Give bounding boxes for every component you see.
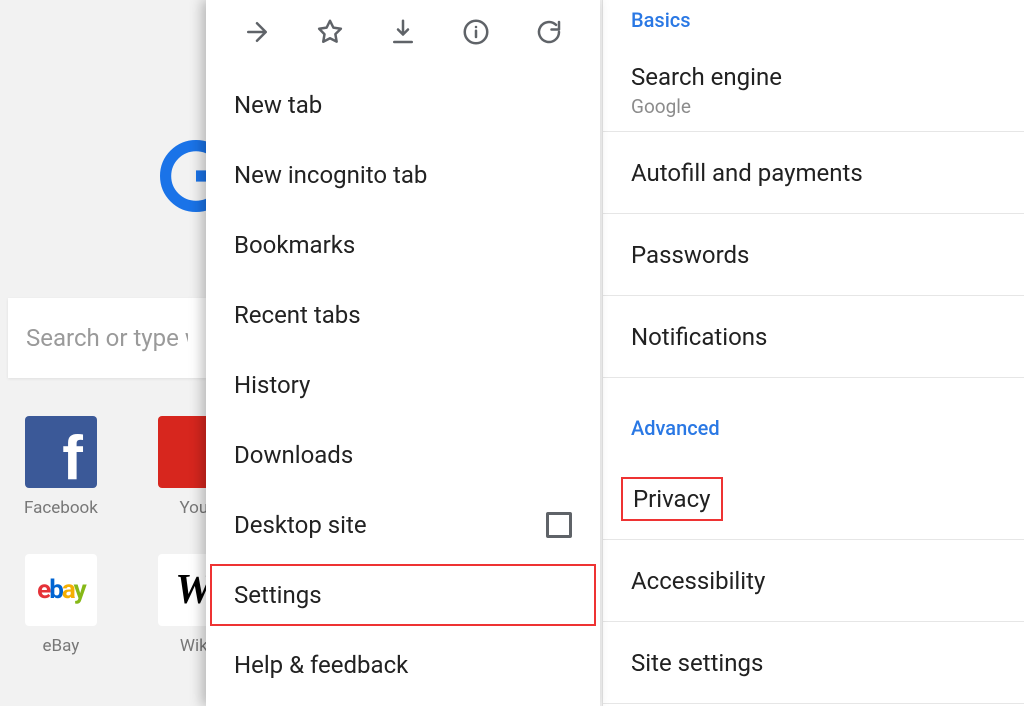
menu-item-label: Settings bbox=[234, 581, 322, 609]
section-header-advanced: Advanced bbox=[603, 408, 1024, 458]
menu-item-label: Help & feedback bbox=[234, 651, 408, 679]
search-placeholder: Search or type web address bbox=[26, 324, 188, 352]
setting-title: Passwords bbox=[631, 241, 996, 269]
setting-search-engine[interactable]: Search engine Google bbox=[603, 50, 1024, 132]
menu-item-desktop-site[interactable]: Desktop site bbox=[206, 490, 600, 560]
setting-privacy[interactable]: Privacy bbox=[603, 458, 1024, 540]
tile-ebay[interactable]: ebay eBay bbox=[25, 554, 97, 656]
settings-panel: Basics Search engine Google Autofill and… bbox=[602, 0, 1024, 706]
forward-icon[interactable] bbox=[241, 16, 273, 48]
tile-label: You bbox=[179, 498, 208, 518]
setting-title-text: Privacy bbox=[621, 477, 723, 521]
setting-notifications[interactable]: Notifications bbox=[603, 296, 1024, 378]
setting-accessibility[interactable]: Accessibility bbox=[603, 540, 1024, 622]
menu-item-bookmarks[interactable]: Bookmarks bbox=[206, 210, 600, 280]
tile-label: Wik bbox=[180, 636, 208, 656]
tile-facebook[interactable]: Facebook bbox=[24, 416, 98, 518]
star-icon[interactable] bbox=[314, 16, 346, 48]
setting-subtitle: Google bbox=[631, 95, 996, 118]
menu-item-downloads[interactable]: Downloads bbox=[206, 420, 600, 490]
setting-title: Autofill and payments bbox=[631, 159, 996, 187]
menu-item-label: Recent tabs bbox=[234, 301, 361, 329]
menu-item-label: Bookmarks bbox=[234, 231, 355, 259]
facebook-icon bbox=[25, 416, 97, 488]
setting-title: Site settings bbox=[631, 649, 996, 677]
menu-item-history[interactable]: History bbox=[206, 350, 600, 420]
setting-site-settings[interactable]: Site settings bbox=[603, 622, 1024, 704]
menu-item-label: New tab bbox=[234, 91, 322, 119]
setting-title: Search engine bbox=[631, 63, 996, 91]
menu-item-help-feedback[interactable]: Help & feedback bbox=[206, 630, 600, 700]
setting-title: Notifications bbox=[631, 323, 996, 351]
tile-label: eBay bbox=[43, 636, 80, 656]
menu-item-new-incognito[interactable]: New incognito tab bbox=[206, 140, 600, 210]
menu-item-new-tab[interactable]: New tab bbox=[206, 70, 600, 140]
section-header-basics: Basics bbox=[603, 0, 1024, 50]
desktop-site-checkbox[interactable] bbox=[546, 512, 572, 538]
overflow-menu: New tab New incognito tab Bookmarks Rece… bbox=[206, 0, 600, 706]
menu-item-label: History bbox=[234, 371, 310, 399]
info-icon[interactable] bbox=[460, 16, 492, 48]
menu-item-label: New incognito tab bbox=[234, 161, 427, 189]
setting-autofill[interactable]: Autofill and payments bbox=[603, 132, 1024, 214]
setting-title: Accessibility bbox=[631, 567, 996, 595]
menu-list: New tab New incognito tab Bookmarks Rece… bbox=[206, 64, 600, 706]
menu-item-label: Desktop site bbox=[234, 511, 367, 539]
menu-item-label: Downloads bbox=[234, 441, 353, 469]
tile-label: Facebook bbox=[24, 498, 98, 518]
ebay-icon: ebay bbox=[25, 554, 97, 626]
download-icon[interactable] bbox=[387, 16, 419, 48]
menu-item-settings[interactable]: Settings bbox=[206, 560, 600, 630]
setting-passwords[interactable]: Passwords bbox=[603, 214, 1024, 296]
reload-icon[interactable] bbox=[533, 16, 565, 48]
menu-item-recent-tabs[interactable]: Recent tabs bbox=[206, 280, 600, 350]
menu-toolbar bbox=[206, 0, 600, 64]
search-input[interactable]: Search or type web address bbox=[8, 298, 206, 378]
setting-title: Privacy bbox=[631, 483, 996, 515]
